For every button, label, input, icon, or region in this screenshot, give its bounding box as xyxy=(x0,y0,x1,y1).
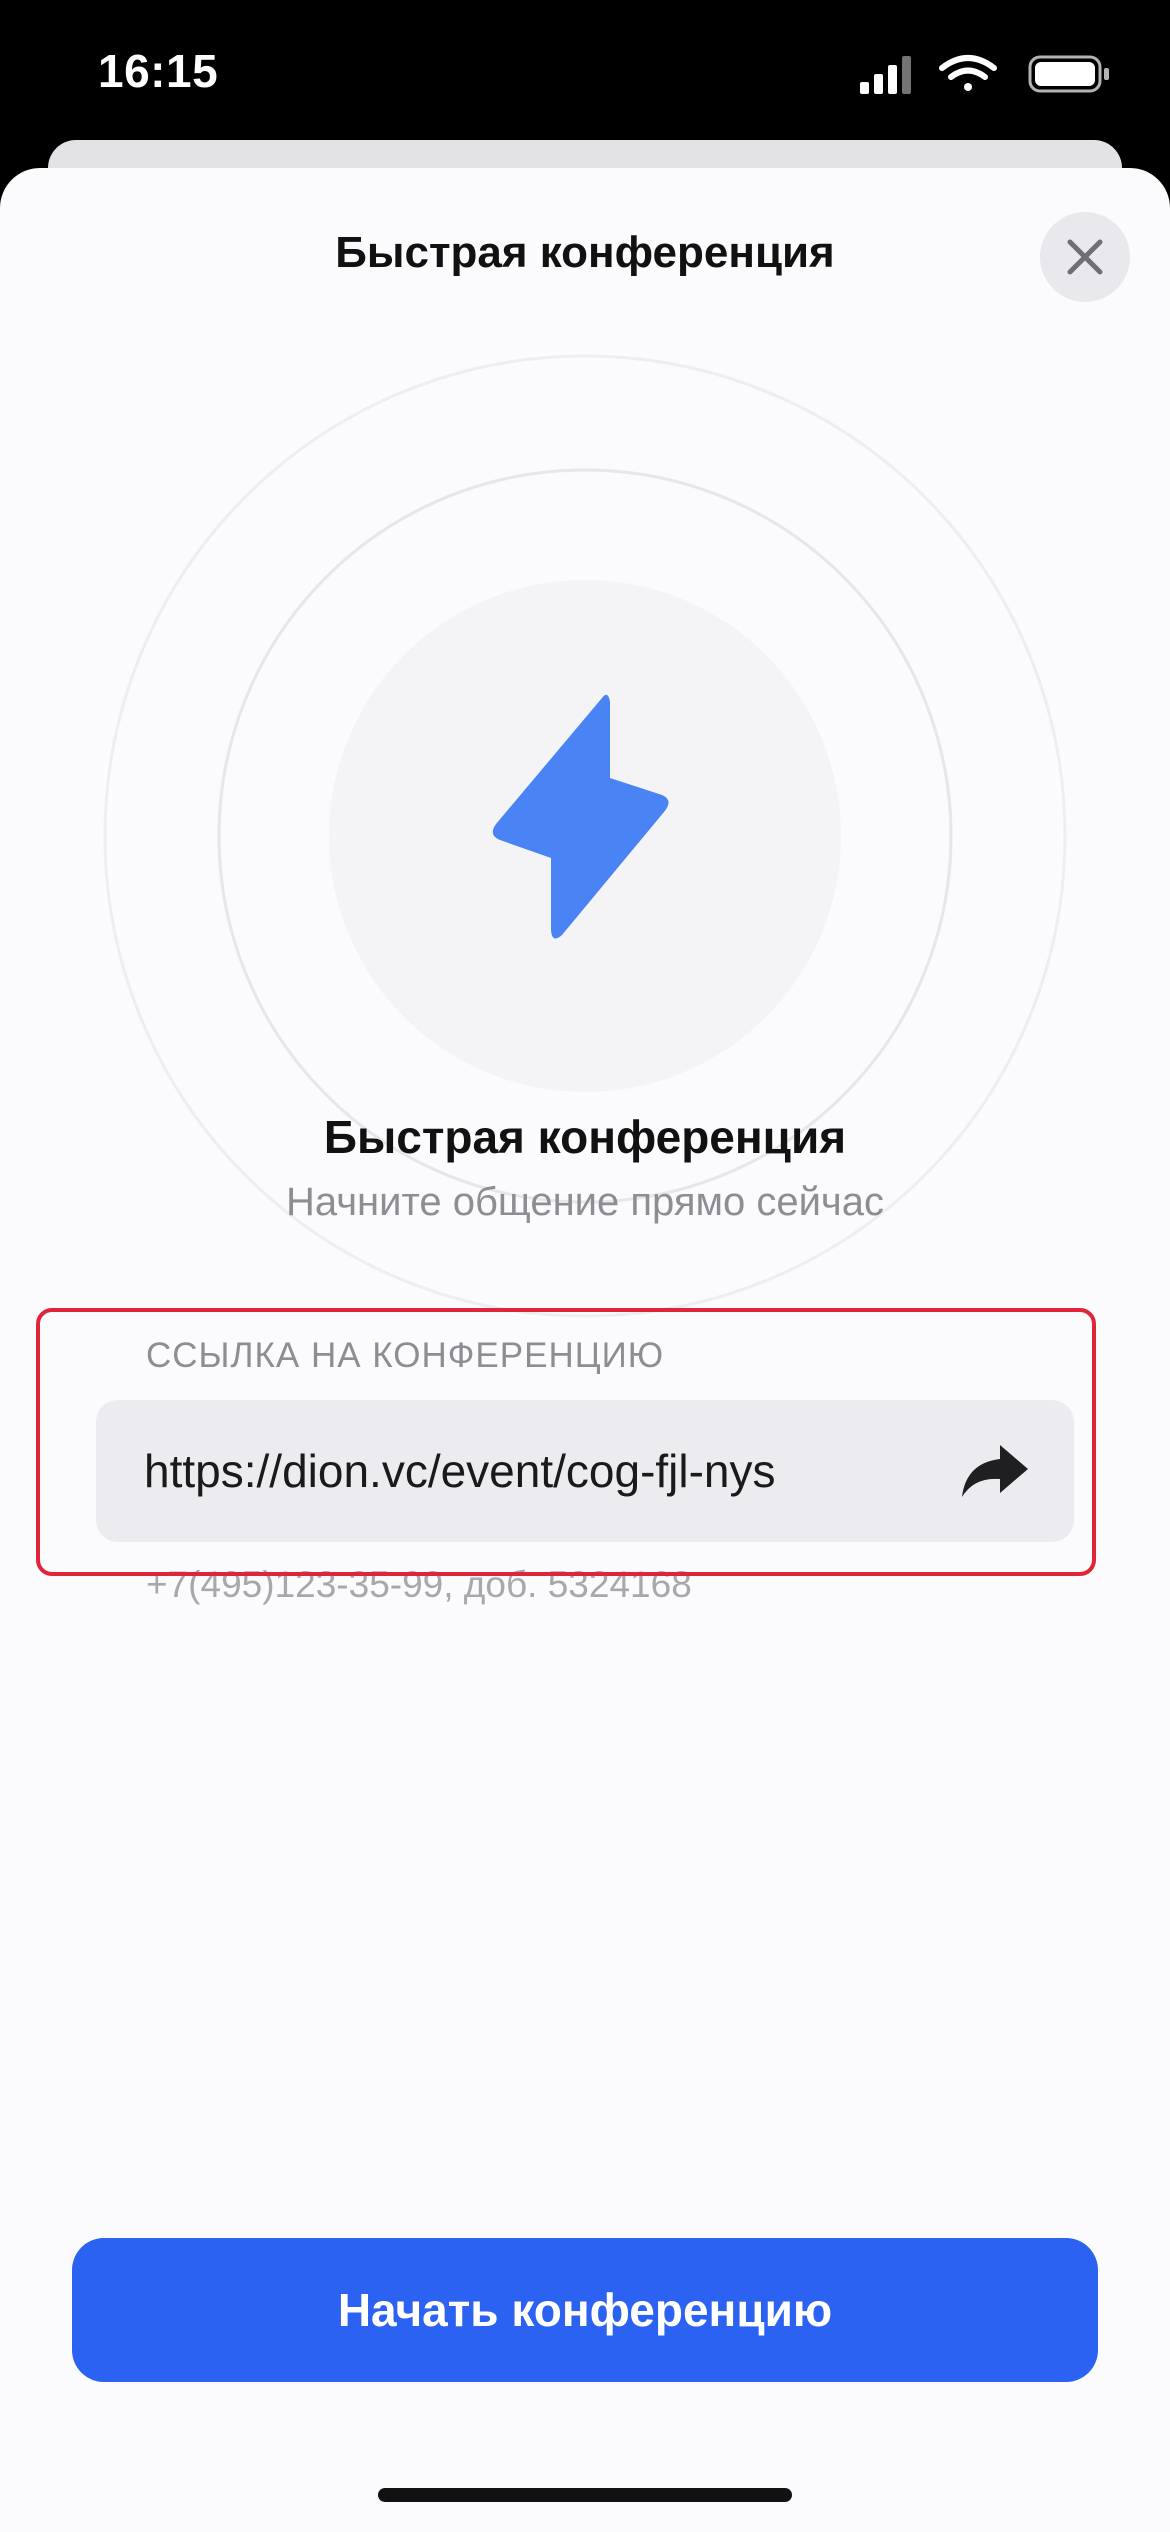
status-time: 16:15 xyxy=(98,45,219,97)
home-indicator xyxy=(378,2488,792,2502)
status-icons xyxy=(860,55,1109,94)
signal-icon xyxy=(860,56,911,94)
dial-in-phone: +7(495)123-35-99, доб. 5324168 xyxy=(146,1564,692,1605)
sheet-title: Быстрая конференция xyxy=(335,228,835,277)
link-label: ССЫЛКА НА КОНФЕРЕНЦИЮ xyxy=(146,1336,665,1375)
status-bar: 16:15 xyxy=(0,0,1170,150)
conference-link-field[interactable]: https://dion.vc/event/cog-fjl-nys xyxy=(96,1400,1074,1542)
conference-link-text[interactable]: https://dion.vc/event/cog-fjl-nys xyxy=(144,1444,776,1498)
hero-subtitle: Начните общение прямо сейчас xyxy=(285,1180,885,1224)
wifi-icon xyxy=(939,55,997,91)
start-conference-button[interactable]: Начать конференцию xyxy=(72,2238,1098,2382)
share-button[interactable] xyxy=(960,1438,1030,1504)
close-button[interactable] xyxy=(1040,212,1130,302)
hero-title: Быстрая конференция xyxy=(323,1111,847,1163)
close-icon xyxy=(1067,239,1103,275)
share-arrow-icon xyxy=(962,1445,1028,1497)
battery-icon xyxy=(1028,55,1109,93)
modal-sheet: Быстрая конференция Быстрая конференция … xyxy=(0,168,1170,2532)
